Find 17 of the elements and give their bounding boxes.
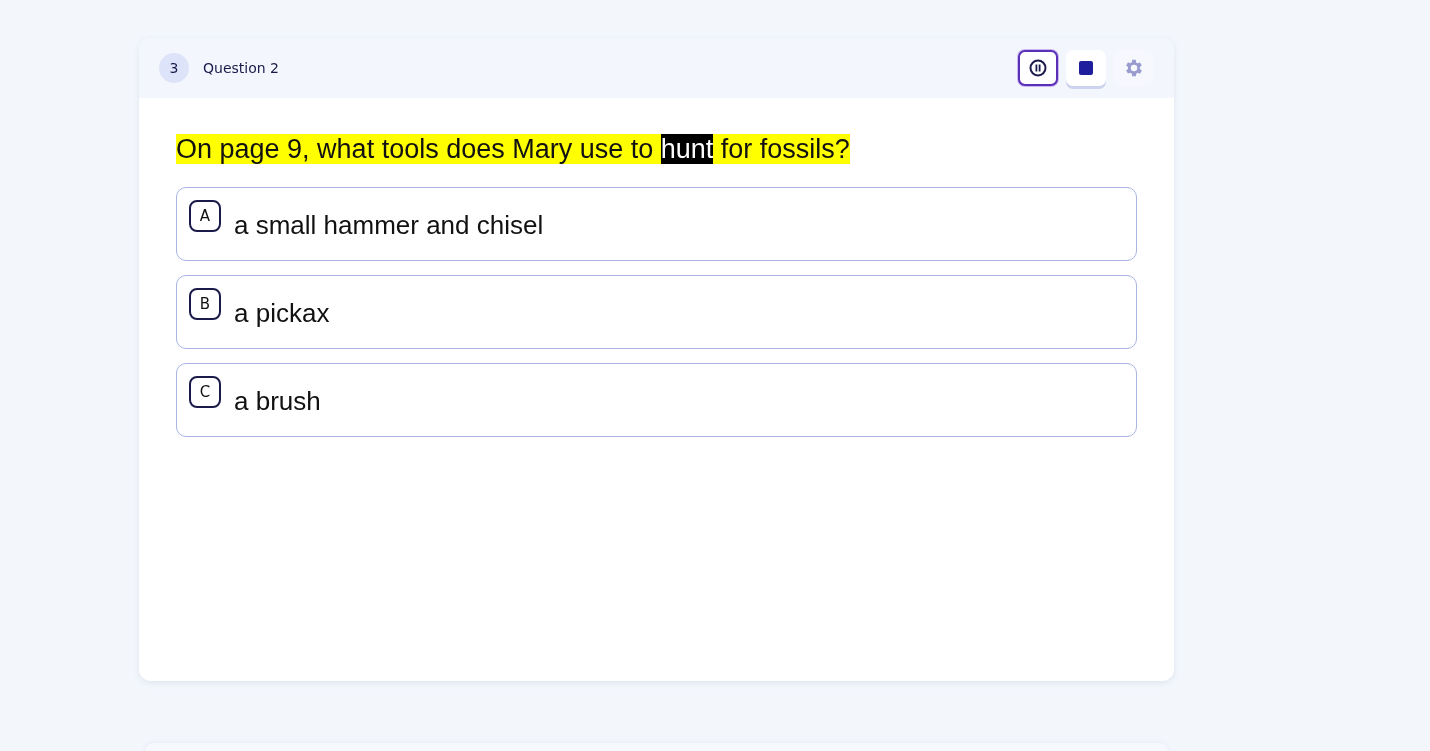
pause-icon [1029, 59, 1047, 77]
option-letter: A [189, 200, 221, 232]
pause-button[interactable] [1018, 50, 1058, 86]
option-text: a brush [234, 386, 321, 417]
option-letter: C [189, 376, 221, 408]
settings-icon [1123, 57, 1145, 79]
question-text: On page 9, what tools does Mary use to hunt for fossils? [176, 134, 851, 165]
option-text: a small hammer and chisel [234, 210, 544, 241]
answer-option[interactable]: B a pickax [176, 275, 1137, 349]
option-text: a pickax [234, 298, 330, 329]
answer-option[interactable]: C a brush [176, 363, 1137, 437]
question-number: 3 [159, 53, 189, 83]
stop-button[interactable] [1066, 50, 1106, 86]
option-letter: B [189, 288, 221, 320]
question-title: Question 2 [203, 60, 280, 76]
answer-option[interactable]: A a small hammer and chisel [176, 187, 1137, 261]
stop-icon [1079, 61, 1093, 75]
